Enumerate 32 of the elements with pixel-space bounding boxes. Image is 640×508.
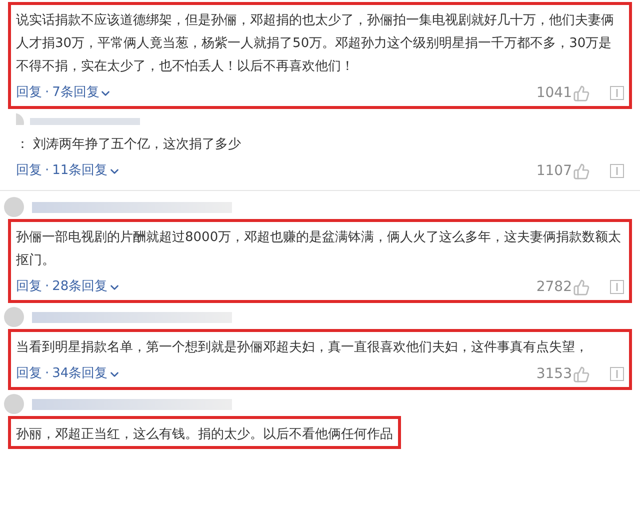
thumbs-up-icon[interactable] — [573, 162, 590, 180]
avatar — [4, 197, 24, 217]
separator-dot: · — [45, 365, 50, 384]
like-count: 2782 — [536, 278, 572, 296]
avatar — [4, 307, 24, 327]
comment-text: 孙丽，邓超正当红，这么有钱。捐的太少。以后不看他俩任何作品 — [16, 426, 393, 444]
like-count: 3153 — [536, 364, 572, 384]
separator-dot: · — [45, 162, 50, 180]
separator-dot: · — [45, 84, 50, 102]
report-icon[interactable] — [610, 367, 624, 381]
thumbs-up-icon[interactable] — [573, 84, 590, 102]
replies-toggle[interactable]: 7条回复 — [52, 83, 112, 103]
reply-link[interactable]: 回复 — [16, 277, 42, 297]
comment-text: ： 刘涛两年挣了五个亿，这次捐了多少 — [16, 136, 242, 154]
report-icon[interactable] — [610, 164, 624, 178]
like-count: 1041 — [536, 84, 572, 102]
reply-link[interactable]: 回复 — [16, 161, 42, 181]
thumbs-up-icon[interactable] — [573, 366, 590, 382]
thumbs-up-icon[interactable] — [573, 278, 590, 296]
reply-link[interactable]: 回复 — [16, 83, 42, 103]
reply-link[interactable]: 回复 — [16, 364, 42, 384]
comment-text: 当看到明星捐款名单，第一个想到就是孙俪邓超夫妇，真一直很喜欢他们夫妇，这件事真有点失望， — [16, 339, 589, 357]
avatar — [4, 394, 24, 414]
replies-toggle[interactable]: 11条回复 — [52, 161, 121, 181]
comment-text: 说实话捐款不应该道德绑架，但是孙俪，邓超捐的也太少了，孙俪拍一集电视剧就好几十万，他们夫妻俩人才捐30万，平常俩人竟当葱，杨紫一人就捐了50万。邓超孙力这个级别明星捐一千万都不多，30万是不得不捐，实在太少了，也不怕丢人！以后不再喜欢他们！ — [16, 12, 615, 76]
comment-text: 孙俪一部电视剧的片酬就超过8000万，邓超也赚的是盆满钵满，俩人火了这么多年，这夫妻俩捐款数额太抠门。 — [16, 229, 622, 270]
report-icon[interactable] — [610, 280, 624, 294]
report-icon[interactable] — [610, 86, 624, 100]
replies-toggle[interactable]: 34条回复 — [52, 364, 121, 384]
like-count: 1107 — [536, 162, 572, 180]
separator-dot: · — [45, 278, 50, 296]
replies-toggle[interactable]: 28条回复 — [52, 277, 121, 297]
